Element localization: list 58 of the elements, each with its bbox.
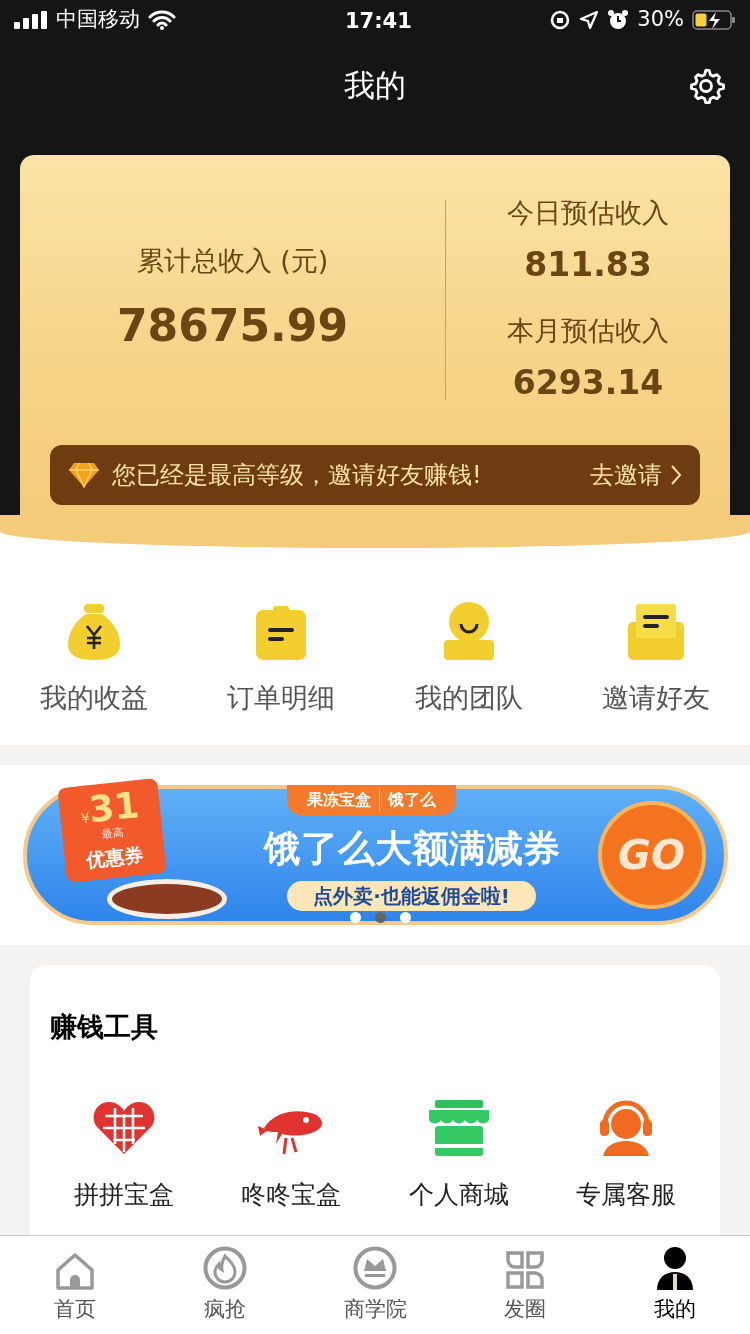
tab-item[interactable]: 我的 [600,1236,750,1334]
coupon-label: 优惠券 [84,841,145,873]
crown-icon [353,1246,397,1291]
home-icon [55,1252,95,1291]
brand-name: 果冻宝盒 [306,789,371,811]
diamond-icon [68,461,100,489]
wifi-icon [148,10,176,30]
tab-item[interactable]: 发圈 [450,1236,600,1334]
alarm-clock-icon [607,9,630,31]
tab-item[interactable]: 首页 [0,1236,150,1334]
rotation-lock-icon [549,9,572,31]
battery-charging-icon [692,9,736,31]
smiling-person-icon [443,602,494,660]
envelope-letter-icon [628,604,685,660]
user-tie-icon [655,1246,695,1291]
section-title: 赚钱工具 [50,1010,159,1044]
tab-item[interactable]: 疯抢 [150,1236,300,1334]
chevron-right-icon [670,464,682,486]
clock-time: 17:41 [345,8,412,35]
shortcut-item[interactable]: 我的团队 [414,678,523,719]
partner-name: 饿了么 [378,788,436,812]
estimate-value: 6293.14 [512,361,664,404]
location-arrow-icon [579,10,600,30]
battery-percent: 30% [637,6,684,34]
four-petal-grid-icon [505,1250,545,1291]
invite-link[interactable]: 去邀请 [590,457,662,493]
clipboard-icon [256,606,307,660]
estimate-label: 本月预估收入 [507,314,669,348]
estimate-value: 811.83 [524,243,652,286]
total-income-value: 78675.99 [117,299,348,354]
heart-pattern-icon [92,1099,155,1156]
banner-headline: 饿了么大额满减券 [263,826,560,872]
coupon-caption: 最高 [100,824,124,844]
flame-icon [203,1246,247,1291]
tab-label: 商学院 [343,1296,407,1324]
tool-item[interactable]: 个人商城 [408,1175,509,1213]
shortcut-item[interactable]: 我的收益 [39,678,148,719]
carrier-name: 中国移动 [56,6,140,34]
shortcut-item[interactable]: 邀请好友 [602,678,711,719]
tool-item[interactable]: 专属客服 [576,1175,677,1213]
tab-item[interactable]: 商学院 [300,1236,450,1334]
tab-label: 我的 [654,1296,696,1324]
tool-item[interactable]: 拼拼宝盒 [73,1175,174,1213]
storefront-icon [428,1099,489,1156]
currency-symbol: ¥ [79,809,91,829]
tab-label: 发圈 [504,1296,546,1324]
page-title: 我的 [344,65,406,105]
estimate-label: 今日预估收入 [507,196,669,230]
invite-message: 您已经是最高等级，邀请好友赚钱! [112,460,483,491]
tool-item[interactable]: 咚咚宝盒 [241,1175,342,1213]
invite-bar[interactable]: 您已经是最高等级，邀请好友赚钱! 去邀请 [50,445,700,505]
money-bag-icon [67,604,120,660]
signal-icon [14,11,48,29]
total-income-label: 累计总收入 (元) [136,243,329,278]
shortcut-item[interactable]: 订单明细 [227,678,336,719]
tab-label: 首页 [54,1296,96,1324]
tab-label: 疯抢 [204,1296,246,1324]
banner-subline: 点外卖·也能返佣金啦! [287,880,536,911]
